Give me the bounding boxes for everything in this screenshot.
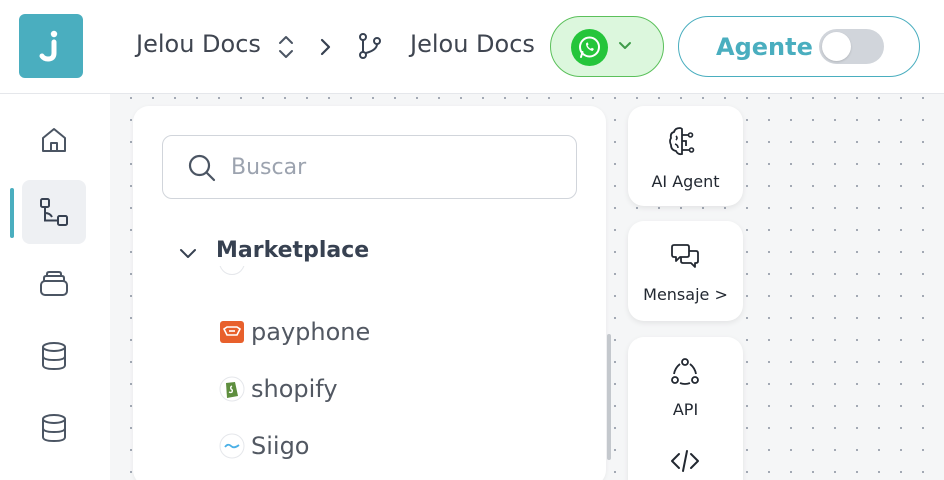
channel-selector-button[interactable] (550, 16, 664, 77)
switch-knob (822, 32, 851, 61)
sidebar-item-database[interactable] (22, 324, 86, 388)
section-title: Marketplace (216, 238, 370, 263)
search-icon (188, 154, 216, 182)
app-icon (219, 266, 245, 275)
list-item-label: shopify (251, 375, 338, 403)
message-icon (671, 244, 699, 268)
api-icon (671, 358, 699, 385)
agent-toggle-label: Agente (716, 33, 813, 61)
sidebar-item-database-2[interactable] (22, 396, 86, 460)
list-item-shopify[interactable]: shopify (219, 369, 519, 409)
payphone-icon (220, 321, 244, 343)
chevron-down-icon (619, 42, 631, 49)
list-item-siigo[interactable]: Siigo (219, 426, 519, 466)
chevron-up-down-icon[interactable] (276, 34, 296, 60)
chevron-right-icon (320, 38, 331, 56)
panel-scrollbar[interactable] (607, 334, 611, 460)
search-input[interactable] (231, 150, 551, 184)
sidebar-item-layers[interactable] (22, 252, 86, 316)
node-api[interactable]: API (628, 337, 743, 480)
flow-icon (40, 198, 68, 226)
workspace-name[interactable]: Jelou Docs (136, 30, 261, 58)
marketplace-panel: Marketplace payphone shopify (133, 106, 611, 480)
top-header: Jelou Docs Jelou Docs Agente (0, 0, 944, 94)
list-item-payphone[interactable]: payphone (219, 312, 519, 352)
shopify-icon (219, 376, 245, 402)
app-logo[interactable] (19, 14, 83, 78)
database-icon (42, 342, 66, 371)
code-icon (671, 450, 699, 472)
logo-j-icon (39, 30, 58, 62)
list-item-partial[interactable] (219, 266, 519, 282)
chevron-down-icon (180, 249, 196, 258)
siigo-icon (219, 433, 245, 459)
node-label: API (672, 400, 699, 419)
list-item-label: Siigo (251, 432, 310, 460)
branch-icon (359, 33, 381, 59)
node-mensaje[interactable]: Mensaje > (628, 221, 743, 321)
left-sidebar (0, 94, 110, 480)
node-label: AI Agent (651, 172, 720, 191)
agent-switch[interactable] (819, 29, 884, 64)
search-box[interactable] (162, 135, 577, 199)
layers-icon (40, 271, 68, 296)
whatsapp-icon (571, 29, 608, 66)
sidebar-item-home[interactable] (22, 108, 86, 172)
node-label: Mensaje > (643, 285, 728, 304)
home-icon (42, 128, 66, 152)
list-item-label: payphone (251, 318, 371, 346)
node-ai-agent[interactable]: AI Agent (628, 106, 743, 206)
marketplace-list: payphone shopify Siigo (133, 266, 606, 480)
sidebar-item-flows[interactable] (22, 180, 86, 244)
brain-icon (669, 127, 695, 156)
flow-name[interactable]: Jelou Docs (410, 30, 535, 58)
agent-toggle[interactable]: Agente (678, 16, 920, 77)
active-indicator (10, 188, 14, 238)
database-icon (42, 414, 66, 443)
